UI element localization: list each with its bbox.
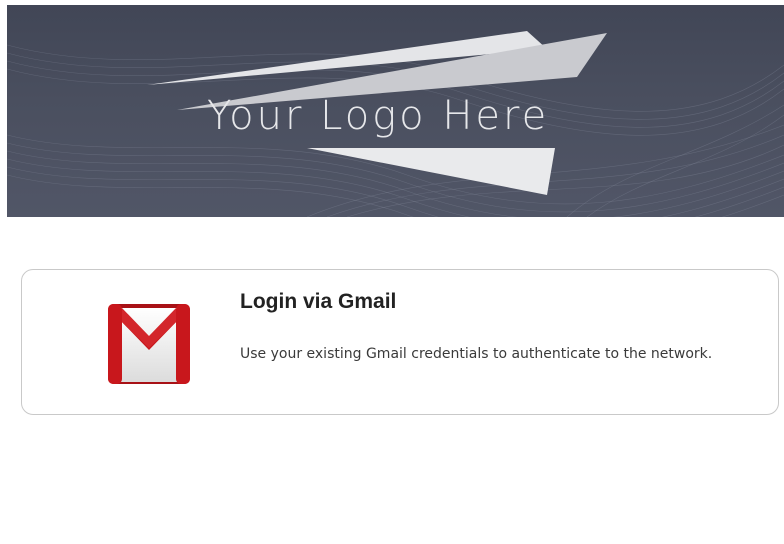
login-page: Your Logo Here Login via Gmail Use your … — [0, 0, 784, 544]
login-option-title: Login via Gmail — [240, 290, 397, 313]
logo-text: Your Logo Here — [207, 93, 550, 139]
gmail-icon — [108, 304, 190, 384]
login-option-description: Use your existing Gmail credentials to a… — [240, 346, 713, 362]
logo-banner: Your Logo Here — [7, 5, 784, 217]
gmail-login-option[interactable]: Login via Gmail Use your existing Gmail … — [21, 269, 779, 415]
